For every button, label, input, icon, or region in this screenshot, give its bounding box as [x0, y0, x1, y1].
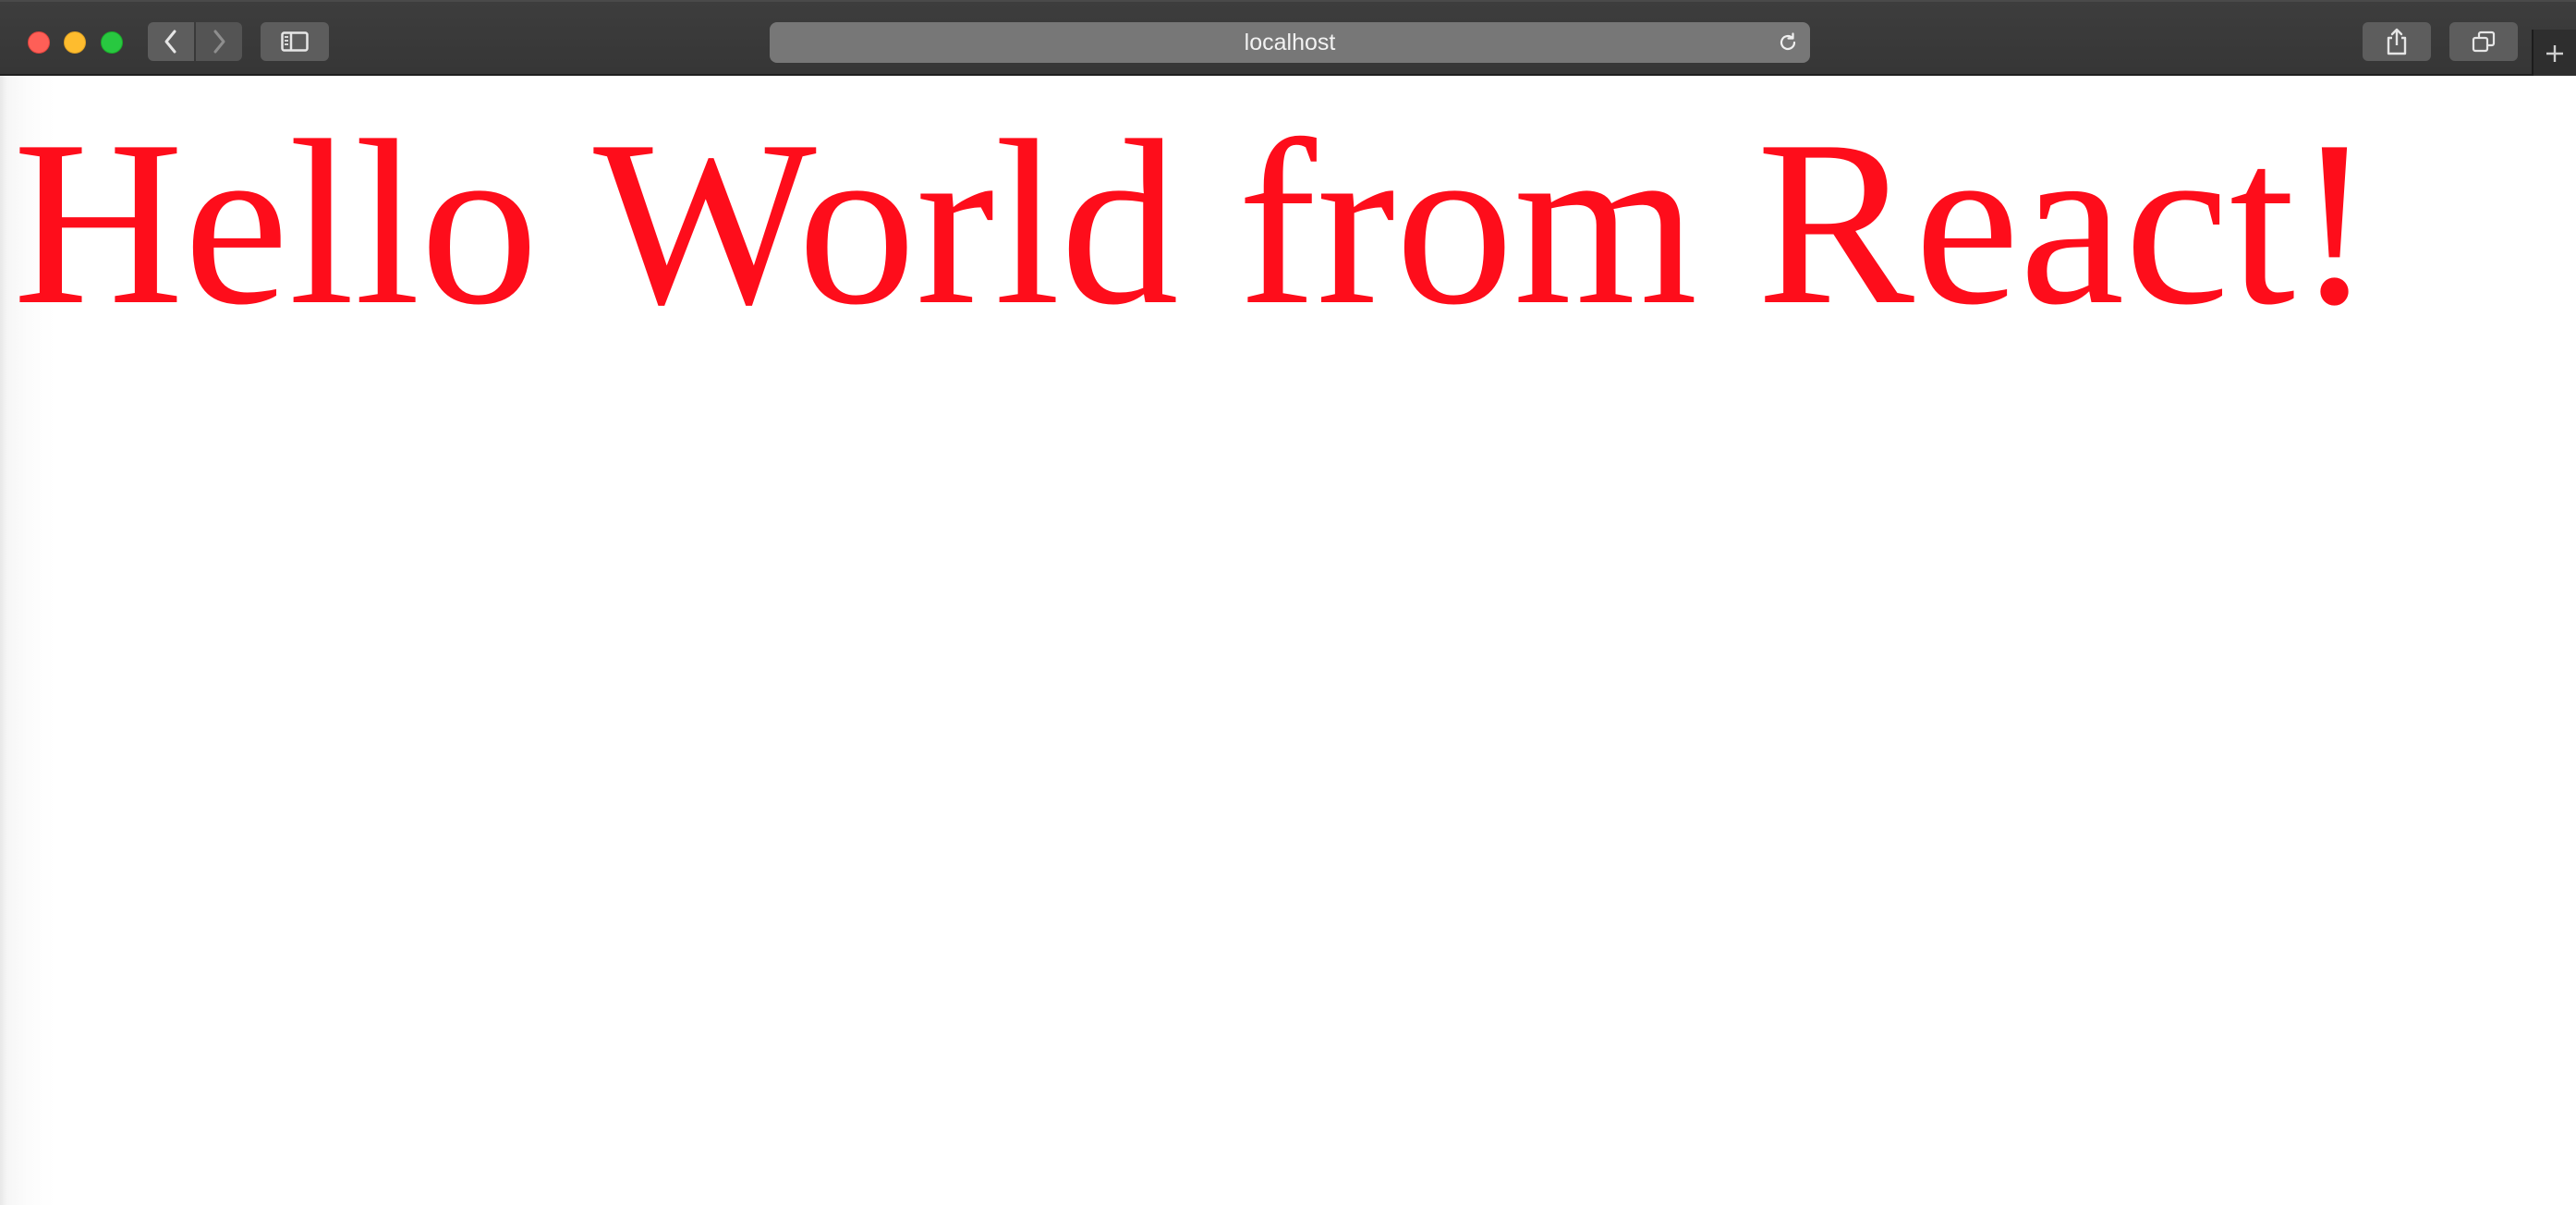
chevron-left-icon: [164, 30, 176, 54]
new-tab-button[interactable]: [2532, 30, 2576, 78]
share-icon: [2387, 28, 2407, 55]
minimize-window-button[interactable]: [64, 31, 86, 54]
browser-toolbar: localhost: [0, 0, 2576, 78]
tabs-overview-icon: [2472, 30, 2496, 53]
chevron-right-icon: [213, 30, 225, 54]
sidebar-toggle-button[interactable]: [261, 22, 329, 61]
browser-window: localhost Hello World from React!: [0, 0, 2576, 1205]
address-bar[interactable]: localhost: [770, 22, 1810, 63]
back-button[interactable]: [148, 22, 194, 61]
plus-icon: [2546, 45, 2563, 62]
address-text: localhost: [1244, 30, 1336, 55]
forward-button[interactable]: [196, 22, 242, 61]
page-content: Hello World from React!: [0, 76, 2576, 1205]
sidebar-icon: [281, 31, 309, 52]
tabs-overview-button[interactable]: [2449, 22, 2518, 61]
close-window-button[interactable]: [28, 31, 50, 54]
share-button[interactable]: [2363, 22, 2431, 61]
page-heading: Hello World from React!: [13, 92, 2375, 354]
reload-icon[interactable]: [1777, 31, 1799, 54]
maximize-window-button[interactable]: [101, 31, 123, 54]
